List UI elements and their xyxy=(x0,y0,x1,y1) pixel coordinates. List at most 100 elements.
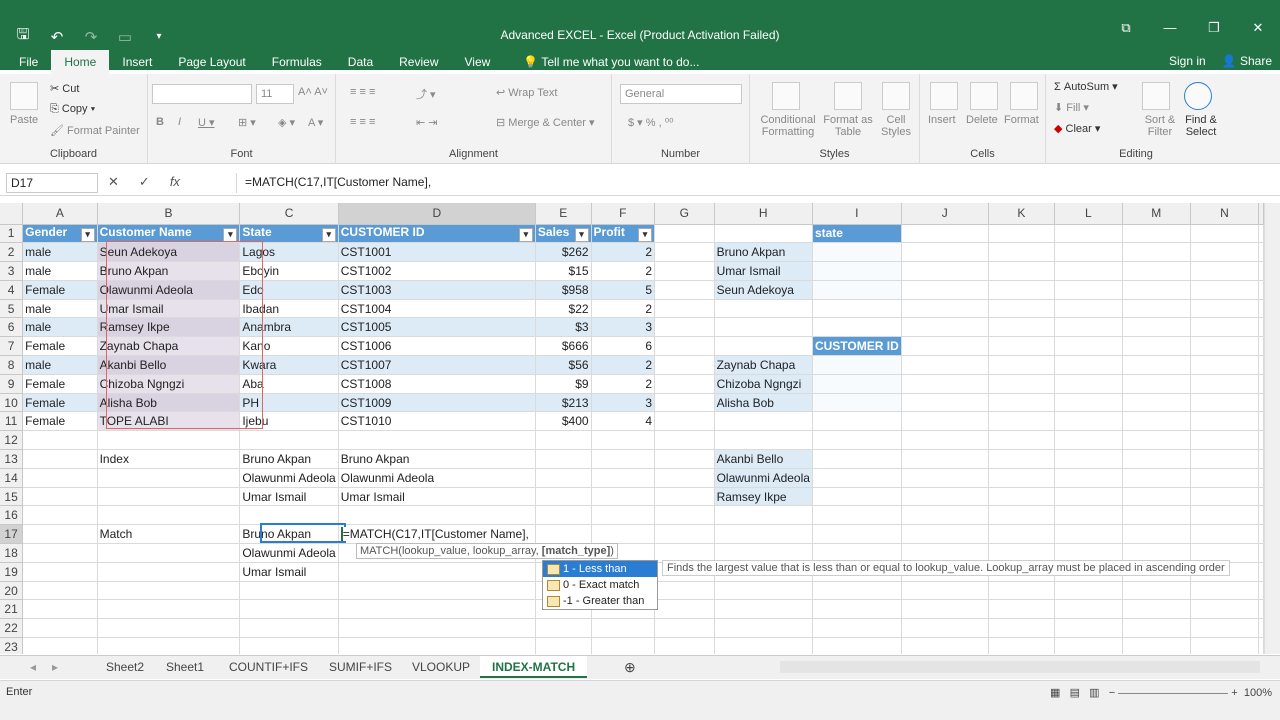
cell-b14[interactable] xyxy=(97,468,241,488)
cell-j17[interactable] xyxy=(901,524,989,545)
cell-h16[interactable] xyxy=(714,505,813,526)
sheet-tab-vlookup[interactable]: VLOOKUP xyxy=(400,656,482,678)
ac-greater-than[interactable]: -1 - Greater than xyxy=(543,593,657,609)
cell-i7[interactable]: CUSTOMER ID xyxy=(812,336,902,357)
cell-m17[interactable] xyxy=(1122,524,1191,545)
cell-c20[interactable] xyxy=(239,581,339,601)
cell-a5[interactable]: male xyxy=(22,299,98,319)
tab-insert[interactable]: Insert xyxy=(109,50,165,74)
row-header[interactable]: 18 xyxy=(0,543,24,563)
cell-d7[interactable]: CST1006 xyxy=(338,336,536,357)
cell-n15[interactable] xyxy=(1190,487,1260,507)
column-header[interactable]: N xyxy=(1190,203,1260,225)
cell-e12[interactable] xyxy=(535,430,592,451)
cell-c13[interactable]: Bruno Akpan xyxy=(239,449,339,469)
cell-m8[interactable] xyxy=(1122,355,1191,375)
sheet-tab-sheet2[interactable]: Sheet2 xyxy=(94,656,156,678)
currency-icon[interactable]: $ ▾ % , ⁰⁰ xyxy=(628,116,674,129)
cell-k16[interactable] xyxy=(988,505,1056,526)
cell-b7[interactable]: Zaynab Chapa xyxy=(97,336,241,357)
cell-g4[interactable] xyxy=(654,280,715,300)
page-layout-icon[interactable]: ▤ xyxy=(1070,687,1080,699)
fx-icon[interactable]: fx xyxy=(170,174,180,190)
cell-k5[interactable] xyxy=(988,299,1056,319)
cell-c7[interactable]: Kano xyxy=(239,336,339,357)
cell-g11[interactable] xyxy=(654,411,715,432)
cell-d2[interactable]: CST1001 xyxy=(338,242,536,263)
cell-g5[interactable] xyxy=(654,299,715,319)
cell-e4[interactable]: $958 xyxy=(535,280,592,300)
cell-d8[interactable]: CST1007 xyxy=(338,355,536,375)
wrap-text-button[interactable]: ↩ Wrap Text xyxy=(496,86,557,99)
cell-k12[interactable] xyxy=(988,430,1056,451)
tab-data[interactable]: Data xyxy=(335,50,386,74)
tab-page-layout[interactable]: Page Layout xyxy=(165,50,258,74)
cell-h11[interactable] xyxy=(714,411,813,432)
cell-d17[interactable]: =MATCH(C17,IT[Customer Name], xyxy=(338,524,536,545)
cell-k8[interactable] xyxy=(988,355,1056,375)
row-header[interactable]: 2 xyxy=(0,242,24,263)
cell-d6[interactable]: CST1005 xyxy=(338,317,536,338)
cell-l7[interactable] xyxy=(1054,336,1123,357)
cell-c14[interactable]: Olawunmi Adeola xyxy=(239,468,339,488)
cell-a16[interactable] xyxy=(22,505,98,526)
conditional-formatting-button[interactable]: Conditional Formatting xyxy=(758,114,818,138)
row-header[interactable]: 7 xyxy=(0,336,24,357)
cut-button[interactable]: ✂ Cut xyxy=(50,82,79,95)
cell-l11[interactable] xyxy=(1054,411,1123,432)
sheet-tab-countif[interactable]: COUNTIF+IFS xyxy=(217,656,320,678)
cell-d23[interactable] xyxy=(338,637,536,654)
cell-f12[interactable] xyxy=(591,430,656,451)
delete-cells-button[interactable]: Delete xyxy=(966,114,998,126)
column-header[interactable]: D xyxy=(338,203,536,225)
cell-b19[interactable] xyxy=(97,562,241,582)
cell-i1[interactable]: state xyxy=(812,224,902,244)
cell-b9[interactable]: Chizoba Ngngzi xyxy=(97,374,241,394)
cell-m12[interactable] xyxy=(1122,430,1191,451)
cell-f6[interactable]: 3 xyxy=(591,317,656,338)
cell-a10[interactable]: Female xyxy=(22,393,98,413)
cell-e6[interactable]: $3 xyxy=(535,317,592,338)
cell-g16[interactable] xyxy=(654,505,715,526)
cell-a2[interactable]: male xyxy=(22,242,98,263)
cell-l20[interactable] xyxy=(1054,581,1123,601)
cell-d9[interactable]: CST1008 xyxy=(338,374,536,394)
horizontal-scrollbar[interactable] xyxy=(780,661,1260,673)
cell-f7[interactable]: 6 xyxy=(591,336,656,357)
cell-a21[interactable] xyxy=(22,599,98,620)
cell-n17[interactable] xyxy=(1190,524,1260,545)
page-break-icon[interactable]: ▥ xyxy=(1089,687,1099,699)
fill-color-icon[interactable]: ◈ ▾ xyxy=(278,116,295,129)
cell-g1[interactable] xyxy=(654,224,715,244)
row-header[interactable]: 4 xyxy=(0,280,24,300)
cell-c19[interactable]: Umar Ismail xyxy=(239,562,339,582)
share-button[interactable]: 👤 Share xyxy=(1222,54,1272,68)
cell-g2[interactable] xyxy=(654,242,715,263)
cell-d20[interactable] xyxy=(338,581,536,601)
cell-l16[interactable] xyxy=(1054,505,1123,526)
cell-j4[interactable] xyxy=(901,280,989,300)
column-header[interactable]: J xyxy=(901,203,989,225)
cell-l1[interactable] xyxy=(1054,224,1123,244)
cell-d4[interactable]: CST1003 xyxy=(338,280,536,300)
cell-d11[interactable]: CST1010 xyxy=(338,411,536,432)
cancel-icon[interactable]: ✕ xyxy=(108,174,119,190)
zoom-out-icon[interactable]: − xyxy=(1109,687,1115,699)
cell-i13[interactable] xyxy=(812,449,902,469)
minimize-icon[interactable]: — xyxy=(1148,20,1192,36)
cell-f15[interactable] xyxy=(591,487,656,507)
cell-m11[interactable] xyxy=(1122,411,1191,432)
tab-formulas[interactable]: Formulas xyxy=(259,50,335,74)
cell-h22[interactable] xyxy=(714,618,813,639)
cell-e23[interactable] xyxy=(535,637,592,654)
cell-g8[interactable] xyxy=(654,355,715,375)
cell-f16[interactable] xyxy=(591,505,656,526)
cell-k13[interactable] xyxy=(988,449,1056,469)
cell-l15[interactable] xyxy=(1054,487,1123,507)
cell-c9[interactable]: Aba xyxy=(239,374,339,394)
cell-a17[interactable] xyxy=(22,524,98,545)
cell-b1[interactable]: Customer Name xyxy=(97,224,241,244)
cell-g7[interactable] xyxy=(654,336,715,357)
cell-h7[interactable] xyxy=(714,336,813,357)
cell-l5[interactable] xyxy=(1054,299,1123,319)
